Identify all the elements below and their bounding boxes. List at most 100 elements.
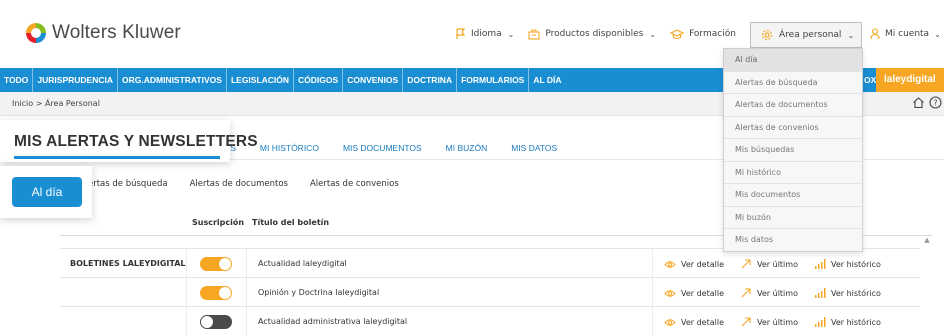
idioma-menu[interactable]: Idioma ⌄ [456, 28, 514, 40]
external-link-icon [740, 258, 752, 270]
subtab-alertas-documentos[interactable]: Alertas de documentos [190, 179, 288, 189]
app-window: Wolters Kluwer Idioma ⌄ Productos dispon… [0, 0, 944, 336]
logo-icon [26, 23, 46, 43]
subscription-toggle[interactable] [200, 286, 232, 300]
nav-item-codigos[interactable]: CÓDIGOS [294, 68, 344, 92]
al-dia-callout: Al día [0, 166, 92, 218]
productos-label: Productos disponibles [545, 29, 644, 39]
column-divider [652, 249, 653, 278]
eye-icon [664, 289, 676, 298]
nav-item-convenios[interactable]: CONVENIOS [343, 68, 404, 92]
column-divider [246, 307, 247, 336]
ver-historico-label: Ver histórico [830, 288, 881, 298]
dropdown-item-mis-busquedas[interactable]: Mis búsquedas [724, 139, 862, 162]
title-underline [14, 156, 220, 159]
ver-detalle-label: Ver detalle [681, 259, 725, 269]
table-row: BOLETINES LALEYDIGITAL Actualidad laleyd… [60, 248, 920, 278]
scroll-up-arrow-icon[interactable]: ▲ [922, 236, 932, 246]
subtab-alertas-convenios[interactable]: Alertas de convenios [310, 179, 399, 189]
header-suscripcion: Suscripción [192, 218, 245, 227]
section-title-callout: MIS ALERTAS Y NEWSLETTERS [0, 120, 258, 162]
page-title: MIS ALERTAS Y NEWSLETTERS [14, 133, 258, 150]
column-divider [652, 307, 653, 336]
eye-icon [664, 260, 676, 269]
chevron-down-icon: ⌄ [847, 30, 855, 40]
dropdown-item-mi-historico[interactable]: Mi histórico [724, 162, 862, 184]
external-link-icon [740, 287, 752, 299]
mi-cuenta-menu[interactable]: Mi cuenta ⌄ [870, 28, 941, 40]
row-actions: Ver detalle Ver último Ver histórico [664, 316, 897, 328]
ver-ultimo-link[interactable]: Ver último [740, 258, 798, 270]
nav-item-al-dia[interactable]: AL DÍA [529, 68, 565, 92]
ver-ultimo-link[interactable]: Ver último [740, 316, 798, 328]
nav-item-ox[interactable]: OX [864, 68, 876, 92]
ver-detalle-link[interactable]: Ver detalle [664, 316, 724, 328]
dropdown-item-al-dia[interactable]: Al día [724, 49, 862, 72]
tab-mi-historico[interactable]: MI HISTÓRICO [260, 143, 319, 153]
top-links: Idioma ⌄ Productos disponibles ⌄ Formaci… [456, 28, 750, 40]
ver-ultimo-label: Ver último [757, 288, 798, 298]
help-icon[interactable]: ? [929, 96, 942, 109]
external-link-icon [740, 316, 752, 328]
tab-mis-datos[interactable]: MIS DATOS [511, 143, 557, 153]
laleydigital-brand[interactable]: laleydigital [876, 68, 944, 92]
row-title: Actualidad administrativa laleydigital [258, 317, 408, 326]
chevron-down-icon: ⌄ [934, 29, 941, 39]
chevron-down-icon: ⌄ [649, 29, 657, 39]
mi-cuenta-label: Mi cuenta [885, 29, 930, 39]
dropdown-item-mis-datos[interactable]: Mis datos [724, 229, 862, 252]
column-divider [186, 278, 187, 307]
logo-text: Wolters Kluwer [52, 22, 181, 43]
dropdown-item-alertas-documentos[interactable]: Alertas de documentos [724, 94, 862, 117]
ver-historico-link[interactable]: Ver histórico [814, 287, 881, 299]
subtab-alertas-busqueda[interactable]: ertas de búsqueda [88, 179, 168, 189]
ver-historico-link[interactable]: Ver histórico [814, 258, 881, 270]
column-divider [652, 278, 653, 307]
user-icon [870, 28, 880, 40]
flag-icon [456, 28, 466, 40]
nav-item-todo[interactable]: TODO [0, 68, 34, 92]
ver-detalle-label: Ver detalle [681, 288, 725, 298]
nav-item-org-administrativos[interactable]: ORG.ADMINISTRATIVOS [118, 68, 227, 92]
column-divider [246, 249, 247, 278]
ver-detalle-link[interactable]: Ver detalle [664, 287, 724, 299]
table-row: Actualidad administrativa laleydigital V… [60, 306, 920, 336]
bar-chart-icon [814, 317, 826, 327]
products-icon [528, 28, 540, 40]
bar-chart-icon [814, 259, 826, 269]
formacion-label: Formación [689, 29, 736, 39]
tab-mi-buzon[interactable]: MI BUZÓN [446, 143, 488, 153]
toggle-knob [219, 258, 231, 270]
wolters-kluwer-logo[interactable]: Wolters Kluwer [26, 22, 181, 44]
al-dia-button[interactable]: Al día [12, 177, 82, 207]
dropdown-item-alertas-convenios[interactable]: Alertas de convenios [724, 117, 862, 139]
dropdown-item-mis-documentos[interactable]: Mis documentos [724, 184, 862, 207]
ver-detalle-link[interactable]: Ver detalle [664, 258, 724, 270]
nav-item-doctrina[interactable]: DOCTRINA [403, 68, 458, 92]
formacion-link[interactable]: Formación [670, 28, 736, 40]
subscription-toggle[interactable] [200, 315, 232, 329]
breadcrumb[interactable]: Inicio > Área Personal [12, 99, 100, 108]
ver-detalle-label: Ver detalle [681, 317, 725, 327]
idioma-label: Idioma [471, 29, 502, 39]
nav-item-jurisprudencia[interactable]: JURISPRUDENCIA [33, 68, 118, 92]
graduation-cap-icon [670, 28, 685, 40]
dropdown-item-mi-buzon[interactable]: Mi buzón [724, 207, 862, 229]
table-row: Opinión y Doctrina laleydigital Ver deta… [60, 277, 920, 307]
home-icon[interactable] [912, 96, 925, 109]
subscription-toggle[interactable] [200, 257, 232, 271]
column-divider [186, 249, 187, 278]
ver-historico-link[interactable]: Ver histórico [814, 316, 881, 328]
eye-icon [664, 318, 676, 327]
nav-item-legislacion[interactable]: LEGISLACIÓN [227, 68, 295, 92]
dropdown-item-alertas-busqueda[interactable]: Alertas de búsqueda [724, 72, 862, 94]
tab-mis-documentos[interactable]: MIS DOCUMENTOS [343, 143, 422, 153]
ver-ultimo-link[interactable]: Ver último [740, 287, 798, 299]
row-actions: Ver detalle Ver último Ver histórico [664, 287, 897, 299]
area-personal-button[interactable]: Área personal ⌄ [750, 22, 862, 48]
productos-menu[interactable]: Productos disponibles ⌄ [528, 28, 657, 40]
toggle-knob [219, 287, 231, 299]
nav-item-formularios[interactable]: FORMULARIOS [457, 68, 530, 92]
sub-tabs: ertas de búsqueda Alertas de documentos … [88, 179, 421, 189]
bar-chart-icon [814, 288, 826, 298]
